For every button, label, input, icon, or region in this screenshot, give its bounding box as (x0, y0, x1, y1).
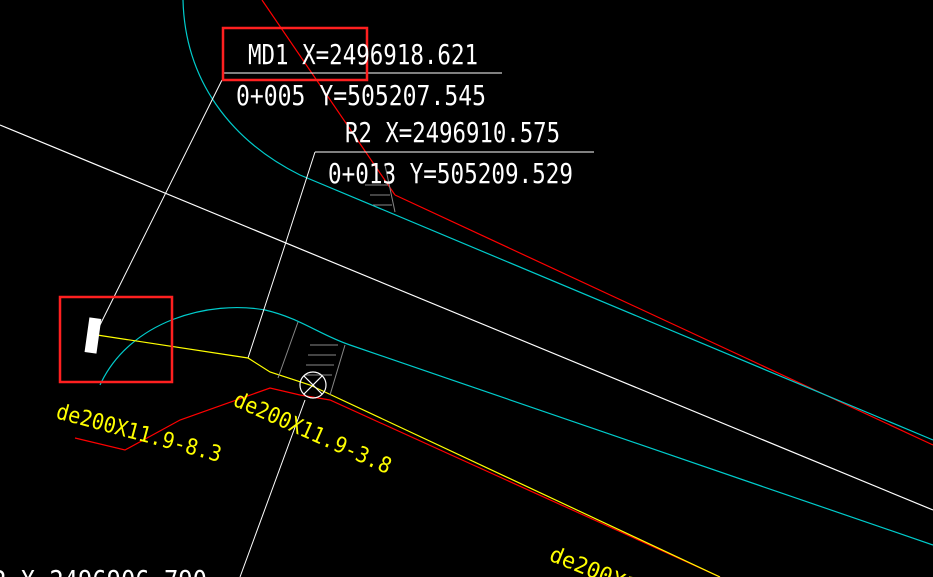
r2-leader-line (247, 151, 316, 359)
road-edge-red-lower (74, 387, 721, 577)
md1-station-y-label: 0+005 Y=505207.545 (236, 79, 486, 112)
r2-name-x-label: R2 X=2496910.575 (345, 116, 560, 149)
curb-line-cyan-lower (99, 307, 933, 546)
pipe-label-1: de200X11.9-8.3 (53, 400, 224, 468)
md1-name-x-label: MD1 X=2496918.621 (248, 38, 478, 71)
pipe-end-marker[interactable] (84, 317, 102, 354)
valve-symbol-icon[interactable] (299, 371, 327, 399)
pipe-label-3: de200X11 (546, 542, 653, 577)
cut-off-bottom-label: R X=2496906.790 (0, 564, 207, 577)
pipe-label-2: de200X11.9-3.8 (230, 388, 395, 480)
cad-drawing-canvas: MD1 X=2496918.621 0+005 Y=505207.545 R2 … (0, 0, 933, 577)
r2-station-y-label: 0+013 Y=505209.529 (328, 157, 573, 190)
road-edge-red-upper-diagonal (394, 194, 933, 446)
cad-drawing: MD1 X=2496918.621 0+005 Y=505207.545 R2 … (0, 0, 933, 577)
highlight-box-pipe-end[interactable] (58, 295, 174, 384)
